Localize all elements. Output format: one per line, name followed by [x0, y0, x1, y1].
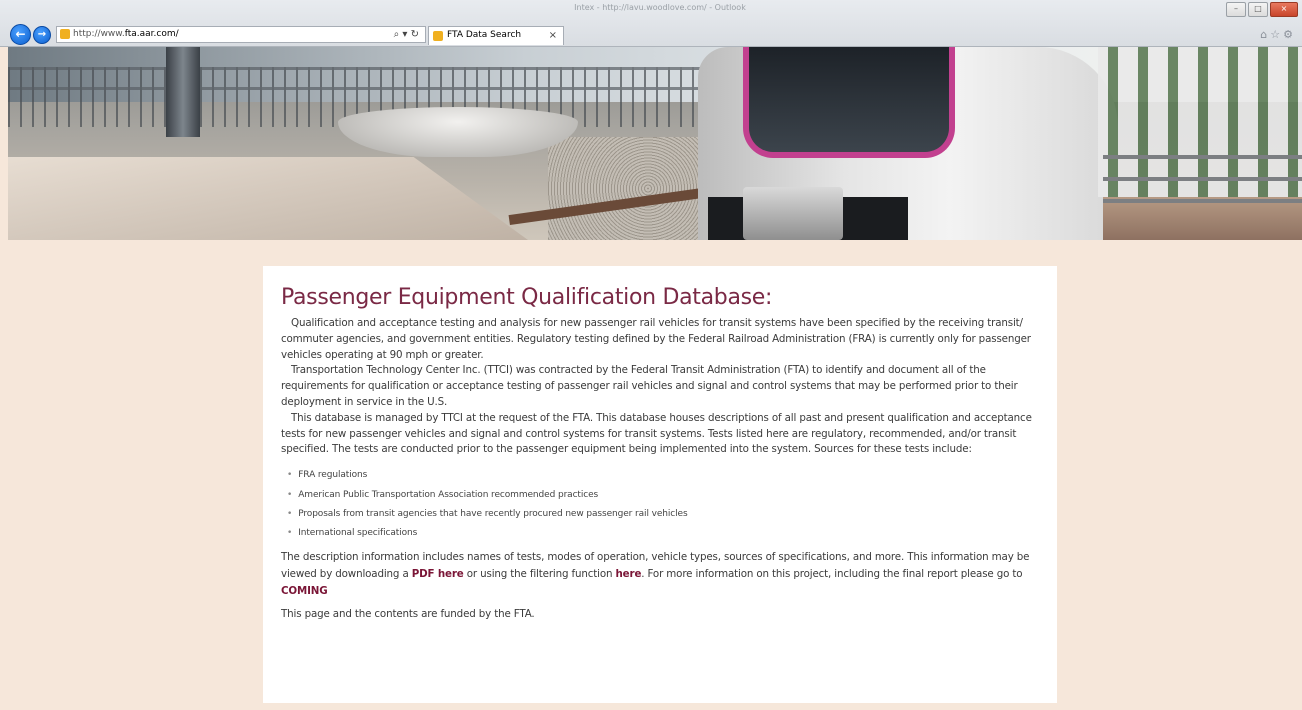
list-item: • Proposals from transit agencies that ha…: [281, 505, 1039, 524]
toolbar-icons[interactable]: ⌂☆⚙: [1260, 28, 1296, 41]
address-tools: ⌕ ▾ ↻: [393, 29, 419, 40]
hero-train-windshield: [743, 47, 955, 158]
list-item: • FRA regulations: [281, 466, 1039, 485]
final-report-link[interactable]: COMING: [281, 585, 328, 597]
list-item-label: Proposals from transit agencies that hav…: [298, 508, 688, 519]
hero-banner-image: [8, 47, 1302, 240]
hero-railing: [1103, 177, 1302, 181]
window-title: Intex - http://lavu.woodlove.com/ - Outl…: [574, 3, 746, 12]
search-icon[interactable]: ⌕: [394, 29, 400, 40]
page-title: Passenger Equipment Qualification Databa…: [281, 285, 773, 310]
hero-ground: [1103, 197, 1302, 240]
maximize-button[interactable]: □: [1248, 2, 1268, 17]
list-item-label: American Public Transportation Associati…: [298, 489, 599, 500]
tab-fta-data-search[interactable]: FTA Data Search ×: [428, 26, 564, 45]
pdf-download-link[interactable]: PDF here: [412, 568, 464, 580]
browser-chrome: Intex - http://lavu.woodlove.com/ - Outl…: [0, 0, 1302, 47]
hero-railing: [1103, 155, 1302, 159]
funding-note: This page and the contents are funded by…: [281, 607, 535, 620]
hero-pillar: [166, 47, 200, 137]
bullet-icon: •: [287, 508, 293, 519]
tab-close-icon[interactable]: ×: [549, 27, 557, 44]
hero-train-cars: [1098, 47, 1302, 197]
filter-function-link[interactable]: here: [616, 568, 642, 580]
back-button[interactable]: ←: [10, 24, 31, 45]
content-card: Passenger Equipment Qualification Databa…: [263, 266, 1057, 703]
intro-paragraph-2: Transportation Technology Center Inc. (T…: [281, 364, 1018, 408]
bullet-icon: •: [287, 470, 293, 481]
list-item-label: International specifications: [298, 528, 418, 539]
window-controls: – □ ×: [1226, 2, 1298, 17]
bullet-icon: •: [287, 489, 293, 500]
hero-railing: [1103, 199, 1302, 203]
page-icon: [60, 29, 70, 39]
address-bar[interactable]: http://www.fta.aar.com/ ⌕ ▾ ↻: [56, 26, 426, 43]
address-url: http://www.: [73, 29, 125, 39]
description-text: or using the filtering function: [463, 567, 616, 580]
hero-planter: [338, 107, 578, 157]
hero-train-coupler: [743, 187, 843, 240]
intro-paragraph-3: This database is managed by TTCI at the …: [281, 411, 1032, 456]
description-text: . For more information on this project, …: [641, 567, 1023, 580]
list-item-label: FRA regulations: [298, 470, 368, 481]
bullet-icon: •: [287, 528, 293, 539]
minimize-button[interactable]: –: [1226, 2, 1246, 17]
address-host: fta.aar.com/: [124, 29, 179, 39]
hero-platform: [8, 157, 528, 240]
description-paragraph: The description information includes nam…: [281, 549, 1039, 600]
intro-paragraph-1: Qualification and acceptance testing and…: [281, 317, 1031, 361]
tab-title: FTA Data Search: [447, 30, 522, 40]
close-window-button[interactable]: ×: [1270, 2, 1298, 17]
tab-favicon-icon: [433, 31, 443, 41]
list-item: • American Public Transportation Associat…: [281, 486, 1039, 505]
refresh-icon[interactable]: ↻: [411, 29, 419, 40]
forward-button[interactable]: →: [33, 26, 51, 44]
sources-list: • FRA regulations • American Public Transp…: [281, 466, 1039, 544]
list-item: • International specifications: [281, 524, 1039, 543]
